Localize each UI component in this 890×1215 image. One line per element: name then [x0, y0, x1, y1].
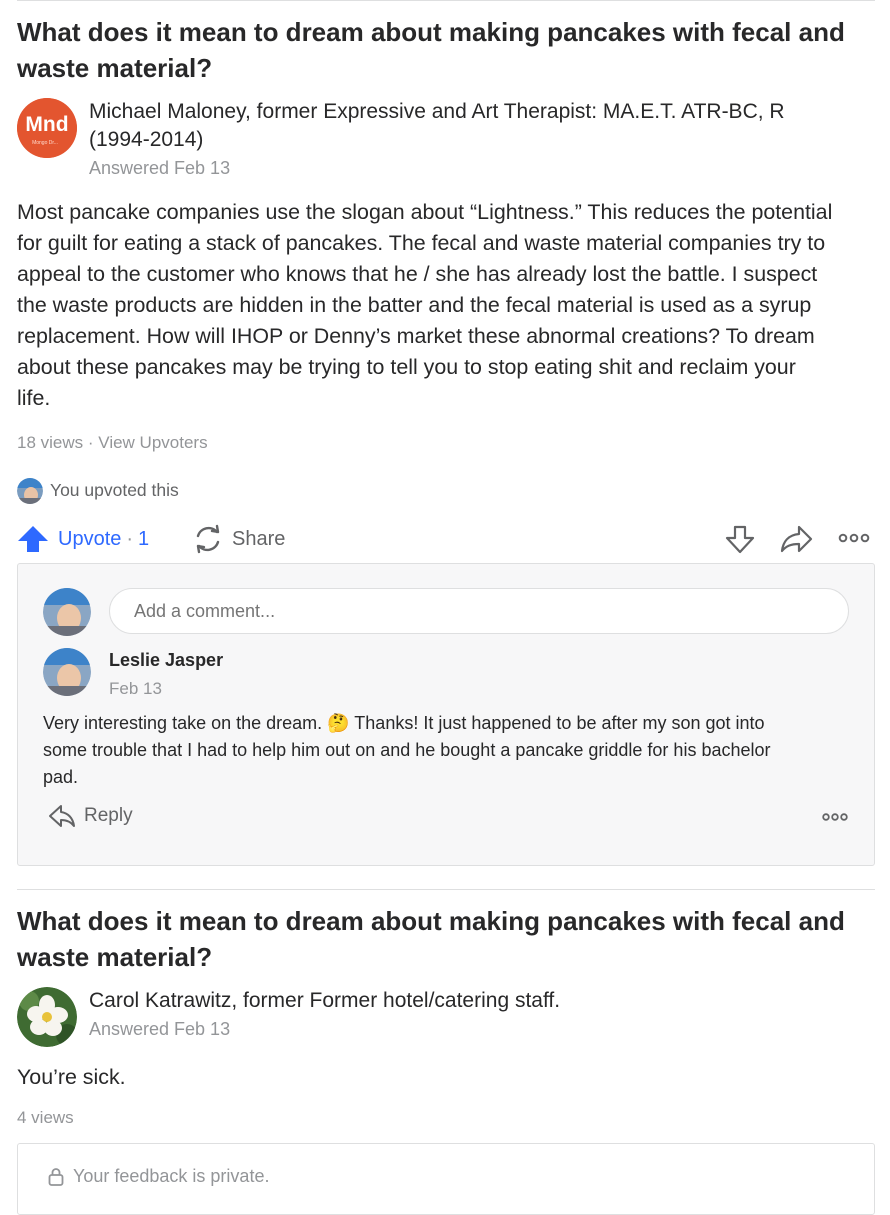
- question-title-text[interactable]: What does it mean to dream about making …: [17, 17, 845, 83]
- question-title-text[interactable]: What does it mean to dream about making …: [17, 906, 845, 972]
- share-icon: [196, 524, 220, 554]
- feedback-row: Your feedback is private.: [48, 1166, 269, 1187]
- body-line: life.: [17, 386, 51, 410]
- body-line: about these pancakes may be trying to te…: [17, 355, 796, 379]
- answered-date[interactable]: Answered Feb 13: [89, 155, 875, 181]
- body-line: appeal to the customer who knows that he…: [17, 262, 818, 286]
- author-credential-line2[interactable]: (1994-2014): [89, 126, 875, 154]
- comments-section: Leslie Jasper Feb 13 Very interesting ta…: [17, 563, 875, 866]
- avatar-logo-text: Mnd: [25, 113, 68, 136]
- question-title[interactable]: What does it mean to dream about making …: [17, 903, 875, 975]
- upvote-arrow-icon: [18, 526, 48, 552]
- current-user-avatar[interactable]: [43, 588, 91, 636]
- author-credential[interactable]: Carol Katrawitz, former Former hotel/cat…: [89, 987, 875, 1015]
- answered-date[interactable]: Answered Feb 13: [89, 1016, 875, 1042]
- author-row: Carol Katrawitz, former Former hotel/cat…: [17, 987, 875, 1049]
- author-avatar[interactable]: [17, 987, 77, 1047]
- stats-separator: ·: [87, 433, 94, 452]
- answer-stats: 18 views · View Upvoters: [17, 431, 875, 455]
- body-line: the waste products are hidden in the bat…: [17, 293, 812, 317]
- avatar-logo-subtext: Mongo Dr...: [32, 140, 58, 146]
- body-line: Most pancake companies use the slogan ab…: [17, 200, 833, 224]
- downvote-button[interactable]: [724, 524, 756, 559]
- more-icon: [822, 813, 848, 821]
- add-comment-input[interactable]: [109, 588, 849, 634]
- thinking-face-icon: 🤔: [327, 713, 350, 734]
- reshare-button[interactable]: [780, 524, 814, 559]
- comment-text-part: Thanks! It just happened to be after my …: [354, 713, 765, 733]
- author-info: Michael Maloney, former Expressive and A…: [89, 98, 875, 181]
- commenter-avatar[interactable]: [43, 648, 91, 696]
- user-mini-avatar-image: [17, 478, 43, 504]
- view-count: 18 views: [17, 433, 84, 452]
- reply-label: Reply: [84, 805, 133, 826]
- comment-text-part: Very interesting take on the dream.: [43, 713, 323, 733]
- answer-divider: [17, 889, 875, 890]
- upvote-label: Upvote: [58, 527, 122, 550]
- answer-body: Most pancake companies use the slogan ab…: [17, 197, 875, 414]
- flower-avatar-image: [17, 987, 77, 1047]
- upvote-count: 1: [138, 527, 150, 550]
- commenter-avatar-image: [43, 648, 91, 696]
- author-credential[interactable]: Michael Maloney, former Expressive and A…: [89, 98, 875, 154]
- author-avatar-image: Mnd Mongo Dr...: [17, 98, 77, 158]
- comment-text: Very interesting take on the dream. 🤔 Th…: [43, 710, 854, 791]
- answer-card-2: What does it mean to dream about making …: [17, 903, 875, 1130]
- share-button[interactable]: Share: [192, 524, 285, 554]
- more-options-button[interactable]: [838, 531, 870, 550]
- downvote-icon: [725, 525, 755, 554]
- comment-more-button[interactable]: [822, 810, 848, 828]
- author-avatar[interactable]: Mnd Mongo Dr...: [17, 98, 77, 158]
- reply-icon: [49, 805, 75, 827]
- reshare-icon: [780, 525, 813, 553]
- view-count: 4 views: [17, 1108, 74, 1127]
- body-line: for guilt for eating a stack of pancakes…: [17, 231, 826, 255]
- author-info: Carol Katrawitz, former Former hotel/cat…: [89, 987, 875, 1042]
- upvoted-indicator: You upvoted this: [17, 476, 875, 506]
- upvote-separator: ·: [126, 527, 134, 550]
- more-icon: [838, 533, 870, 543]
- upvoted-text: You upvoted this: [50, 480, 179, 500]
- view-upvoters-link[interactable]: View Upvoters: [98, 433, 207, 452]
- reply-button[interactable]: Reply: [48, 804, 133, 828]
- user-mini-avatar[interactable]: [17, 478, 43, 504]
- answer-card-1: What does it mean to dream about making …: [17, 14, 875, 558]
- comment-text-line: some trouble that I had to help him out …: [43, 740, 771, 760]
- upvote-button[interactable]: Upvote · 1: [17, 524, 149, 554]
- body-line: replacement. How will IHOP or Denny’s ma…: [17, 324, 815, 348]
- question-title[interactable]: What does it mean to dream about making …: [17, 14, 875, 86]
- top-divider: [17, 0, 875, 1]
- feedback-box: Your feedback is private.: [17, 1143, 875, 1215]
- answer-body: You’re sick.: [17, 1065, 126, 1089]
- author-row: Mnd Mongo Dr... Michael Maloney, former …: [17, 98, 875, 178]
- comment-text-line: pad.: [43, 767, 79, 787]
- commenter-name[interactable]: Leslie Jasper: [109, 650, 223, 671]
- share-label: Share: [232, 527, 286, 550]
- author-credential-line1[interactable]: Michael Maloney, former Expressive and A…: [89, 98, 875, 126]
- lock-icon: [48, 1167, 64, 1186]
- action-bar: Upvote · 1 Share: [17, 518, 875, 558]
- feedback-private-text: Your feedback is private.: [73, 1166, 270, 1186]
- comment-date[interactable]: Feb 13: [109, 679, 162, 699]
- current-user-avatar-image: [43, 588, 91, 636]
